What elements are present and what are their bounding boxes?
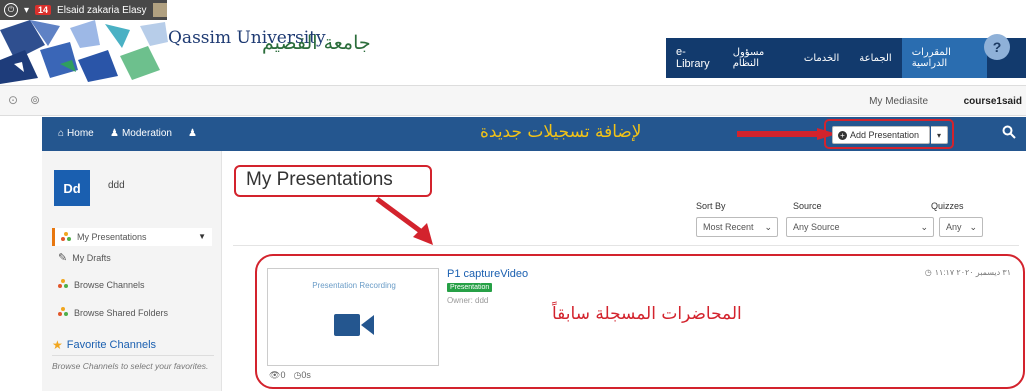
sidebar-item-browse-channels[interactable]: Browse Channels bbox=[58, 279, 145, 290]
os-user-name[interactable]: Elsaid zakaria Elasy bbox=[57, 5, 146, 16]
portal-nav-courses[interactable]: المقررات الدراسية bbox=[901, 38, 988, 78]
presentation-date: ◷ ٣١ ديسمبر ٢٠٢٠ ١١:١٧ bbox=[925, 268, 1011, 277]
add-presentation-dropdown[interactable]: ▾ bbox=[931, 126, 948, 144]
notification-badge[interactable]: 14 bbox=[35, 5, 52, 15]
quizzes-value: Any bbox=[946, 222, 962, 232]
thumbnail-label: Presentation Recording bbox=[312, 281, 396, 290]
source-label: Source bbox=[793, 201, 822, 211]
user-icon: ♟ bbox=[188, 128, 197, 139]
duration: ◷0s bbox=[293, 370, 310, 381]
university-logo-mosaic bbox=[0, 20, 170, 84]
sidebar-user-name: ddd bbox=[108, 180, 125, 191]
record-toggle-icon[interactable]: ⊙ bbox=[8, 93, 18, 107]
search-icon[interactable] bbox=[1002, 125, 1016, 143]
nav-moderation[interactable]: ♟ Moderation bbox=[110, 128, 172, 139]
sidebar: Dd ddd My Presentations ▼ ✎ My Drafts Br… bbox=[42, 151, 222, 391]
presentation-owner: Owner: ddd bbox=[447, 296, 489, 305]
star-icon: ★ bbox=[52, 338, 63, 352]
thumbnail-meta: 👁0 ◷0s bbox=[269, 370, 311, 381]
sidebar-item-browse-shared-folders[interactable]: Browse Shared Folders bbox=[58, 307, 168, 318]
annotation-list-label: المحاضرات المسجلة سابقاً bbox=[552, 304, 742, 324]
views-count: 👁0 bbox=[269, 370, 285, 381]
annotation-arrow-down-icon bbox=[375, 197, 433, 245]
main-content: My Presentations Sort By Most Recent ⌄ S… bbox=[223, 151, 1026, 391]
avatar[interactable]: Dd bbox=[54, 170, 90, 206]
add-presentation-label: Add Presentation bbox=[850, 130, 920, 140]
os-status-bar: ⏻ ▾ 14 Elsaid zakaria Elasy bbox=[0, 0, 167, 20]
sidebar-item-my-drafts[interactable]: ✎ My Drafts bbox=[58, 251, 111, 264]
presentation-thumbnail[interactable]: Presentation Recording bbox=[267, 268, 439, 366]
eye-icon: 👁 bbox=[269, 370, 281, 380]
nav-user-menu[interactable]: ♟ bbox=[188, 128, 197, 139]
chevron-down-icon: ⌄ bbox=[764, 222, 772, 232]
sidebar-item-my-presentations[interactable]: My Presentations ▼ bbox=[52, 228, 212, 246]
favorite-channels-heading[interactable]: ★ Favorite Channels bbox=[52, 338, 214, 356]
portal-header: ⏻ ▾ 14 Elsaid zakaria Elasy Qassim Unive… bbox=[0, 0, 1026, 85]
my-mediasite-link[interactable]: My Mediasite bbox=[869, 96, 928, 107]
os-user-avatar[interactable] bbox=[152, 3, 167, 17]
user-icon: ♟ bbox=[110, 128, 119, 139]
sort-by-label: Sort By bbox=[696, 201, 726, 211]
add-presentation-highlight: + Add Presentation ▾ bbox=[824, 119, 954, 149]
chevron-down-icon: ⌄ bbox=[969, 222, 977, 232]
status-badge: Presentation bbox=[447, 283, 493, 292]
presentation-date-value: ٣١ ديسمبر ٢٠٢٠ ١١:١٧ bbox=[934, 268, 1011, 277]
presentation-title-link[interactable]: P1 captureVideo bbox=[447, 268, 528, 280]
annotation-add-label: لإضافة تسجيلات جديدة bbox=[480, 122, 642, 142]
mediasite-bar: ⊙ ⊚ My Mediasite course1said bbox=[0, 85, 1026, 116]
view-icon[interactable]: ⊚ bbox=[30, 93, 40, 107]
portal-nav-admin[interactable]: مسؤول النظام bbox=[723, 38, 794, 78]
plus-icon: + bbox=[838, 130, 847, 140]
annotation-arrow-right-icon bbox=[737, 128, 837, 140]
views-value: 0 bbox=[280, 370, 286, 380]
video-camera-icon bbox=[334, 314, 374, 336]
quizzes-label: Quizzes bbox=[931, 201, 964, 211]
dropdown-caret-icon[interactable]: ▾ bbox=[24, 5, 29, 16]
edit-icon: ✎ bbox=[58, 252, 68, 264]
power-icon[interactable]: ⏻ bbox=[4, 3, 18, 17]
chevron-down-icon[interactable]: ▼ bbox=[198, 232, 206, 241]
page-title: My Presentations bbox=[246, 169, 393, 190]
course-name[interactable]: course1said bbox=[964, 96, 1022, 107]
sort-by-value: Most Recent bbox=[703, 222, 754, 232]
sort-by-select[interactable]: Most Recent ⌄ bbox=[696, 217, 778, 237]
duration-value: 0s bbox=[301, 370, 311, 380]
source-value: Any Source bbox=[793, 222, 840, 232]
quizzes-select[interactable]: Any ⌄ bbox=[939, 217, 983, 237]
portal-nav-elibrary[interactable]: e-Library bbox=[666, 38, 723, 78]
divider bbox=[233, 245, 1019, 246]
page-title-highlight: My Presentations bbox=[234, 165, 432, 197]
help-icon[interactable]: ? bbox=[984, 34, 1010, 60]
source-select[interactable]: Any Source ⌄ bbox=[786, 217, 934, 237]
nav-moderation-label: Moderation bbox=[121, 128, 172, 139]
add-presentation-button[interactable]: + Add Presentation bbox=[832, 126, 930, 144]
colored-dots-icon bbox=[61, 231, 72, 243]
clock-icon: ◷ bbox=[924, 268, 932, 277]
nav-home-label: Home bbox=[67, 128, 94, 139]
app-nav-bar: ⌂ Home ♟ Moderation ♟ لإضافة تسجيلات جدي… bbox=[42, 117, 1026, 151]
portal-nav-services[interactable]: الخدمات bbox=[794, 38, 849, 78]
favorite-channels-description: Browse Channels to select your favorites… bbox=[52, 361, 209, 371]
portal-nav: المقررات الدراسية الجماعة الخدمات مسؤول … bbox=[666, 38, 1026, 78]
nav-home[interactable]: ⌂ Home bbox=[58, 128, 94, 139]
logo-text-ar: جامعة القصيم bbox=[262, 32, 371, 54]
favorite-channels-label: Favorite Channels bbox=[66, 339, 157, 351]
colored-dots-icon bbox=[58, 279, 69, 290]
portal-nav-community[interactable]: الجماعة bbox=[849, 38, 901, 78]
sidebar-item-label: Browse Shared Folders bbox=[74, 307, 169, 318]
presentation-list-highlight: Presentation Recording 👁0 ◷0s P1 capture… bbox=[255, 254, 1025, 389]
sidebar-item-label: My Drafts bbox=[72, 252, 111, 263]
colored-dots-icon bbox=[58, 307, 69, 318]
sidebar-item-label: My Presentations bbox=[77, 232, 147, 242]
home-icon: ⌂ bbox=[58, 128, 65, 139]
chevron-down-icon: ⌄ bbox=[920, 222, 928, 232]
sidebar-item-label: Browse Channels bbox=[74, 279, 145, 290]
